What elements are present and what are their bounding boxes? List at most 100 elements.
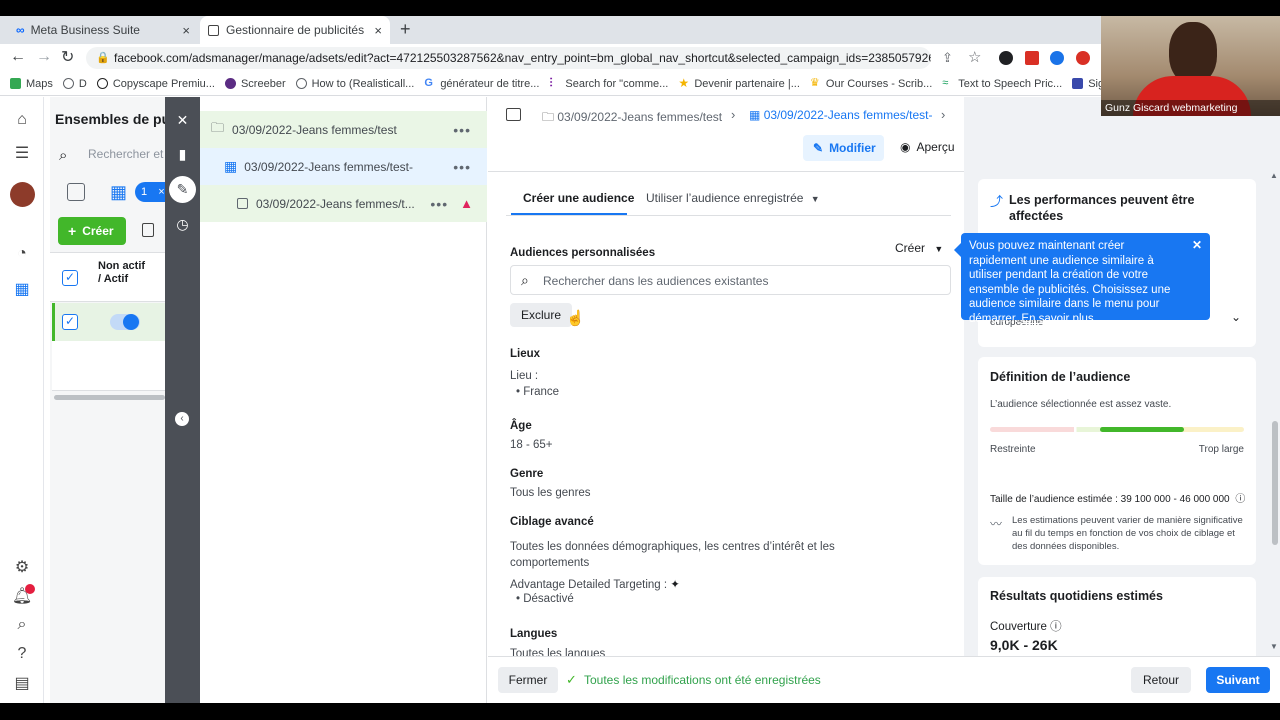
avatar[interactable] <box>10 182 35 207</box>
tree-item-adset[interactable]: ▦ 03/09/2022-Jeans femmes/test- ••• <box>200 148 487 185</box>
share-icon[interactable]: ⇪ <box>942 50 953 66</box>
create-audience-dropdown[interactable]: Créer ▼ <box>895 241 943 255</box>
close-tab-icon[interactable]: × <box>182 23 190 38</box>
next-button[interactable]: Suivant <box>1206 667 1270 693</box>
location-value-text: France <box>523 386 560 398</box>
exclude-button[interactable]: Exclure <box>510 303 572 327</box>
history-clock-icon[interactable]: ◷ <box>169 211 196 238</box>
info-icon[interactable]: ⓘ <box>1235 494 1245 505</box>
estimate-trend-icon: 〰 <box>990 517 1003 531</box>
bookmark-label: Search for "comme... <box>565 77 669 90</box>
clear-selection-icon[interactable]: × <box>158 186 164 198</box>
new-tab-button[interactable]: + <box>400 19 411 40</box>
audience-gauge <box>990 427 1244 432</box>
edit-pencil-icon[interactable]: ✎ <box>169 176 196 203</box>
extension-icon[interactable] <box>1076 51 1090 65</box>
bookmark-item[interactable]: Maps <box>10 78 53 90</box>
browser-tab-bar: ∞ Meta Business Suite × Gestionnaire de … <box>0 16 1280 44</box>
tree-item-campaign[interactable]: 🗀 03/09/2022-Jeans femmes/test ••• <box>200 111 487 148</box>
globe-icon <box>62 78 74 89</box>
edit-label: Modifier <box>829 141 876 155</box>
active-toggle[interactable] <box>110 314 140 330</box>
tab-ads-manager[interactable]: Gestionnaire de publicités - Gére × <box>200 16 390 44</box>
create-button[interactable]: + Créer <box>58 217 126 245</box>
checkmark-icon: ✓ <box>566 672 577 687</box>
more-options-icon[interactable]: ••• <box>430 196 448 212</box>
home-icon[interactable]: ⌂ <box>11 109 33 131</box>
select-all-checkbox[interactable]: ✓ <box>62 270 78 286</box>
extension-icon[interactable] <box>999 51 1013 65</box>
help-icon[interactable]: ? <box>11 643 33 665</box>
ads-table-icon[interactable]: ▦ <box>11 278 33 300</box>
bookmark-item[interactable]: Ggénérateur de titre... <box>424 78 539 90</box>
scroll-down-icon[interactable]: ▼ <box>1270 642 1278 651</box>
close-editor-icon[interactable]: ✕ <box>169 107 196 134</box>
back-button[interactable]: Retour <box>1131 667 1191 693</box>
duplicate-icon[interactable] <box>142 223 154 237</box>
person-head <box>1169 22 1217 84</box>
scroll-up-icon[interactable]: ▲ <box>1270 171 1278 180</box>
row-checkbox[interactable]: ✓ <box>62 314 78 330</box>
list-search-input[interactable]: Rechercher et fi <box>88 147 173 161</box>
bookmark-item[interactable]: How to (Realisticall... <box>295 78 414 90</box>
bookmark-star-icon[interactable]: ☆ <box>968 48 981 66</box>
search-icon[interactable]: ⌕ <box>11 614 33 636</box>
age-label: Âge <box>510 420 532 432</box>
saved-status: Toutes les modifications ont été enregis… <box>584 673 821 687</box>
folder-icon[interactable] <box>67 183 85 201</box>
close-button[interactable]: Fermer <box>498 667 558 693</box>
adsets-grid-icon[interactable]: ▦ <box>110 182 127 203</box>
bookmark-item[interactable]: ⵗ Search for "comme... <box>549 78 668 90</box>
search-icon: ⌕ <box>59 147 68 164</box>
reach-label-row: Couverture ⓘ <box>990 618 1062 634</box>
audience-search-input[interactable]: ⌕ Rechercher dans les audiences existant… <box>510 265 951 295</box>
detailed-targeting-value: Toutes les données démographiques, les c… <box>510 541 835 569</box>
settings-gear-icon[interactable]: ⚙ <box>11 556 33 578</box>
close-tab-icon[interactable]: × <box>374 23 382 38</box>
url-text: facebook.com/adsmanager/manage/adsets/ed… <box>114 51 931 65</box>
close-tooltip-icon[interactable]: ✕ <box>1192 238 1202 253</box>
sparkle-icon: ✦ <box>670 579 680 591</box>
extension-icon[interactable] <box>1025 51 1039 65</box>
bookmark-item[interactable]: ♛ Our Courses - Scrib... <box>810 78 932 90</box>
preview-button[interactable]: ◉ Aperçu <box>900 140 955 154</box>
tab-meta-business-suite[interactable]: ∞ Meta Business Suite × <box>8 16 198 44</box>
page-title: Ensembles de pu <box>55 111 171 127</box>
panel-edge <box>44 97 50 703</box>
forward-arrow-icon[interactable]: → <box>36 48 52 66</box>
menu-icon[interactable]: ☰ <box>11 142 33 164</box>
left-nav-rail: ⌂ ☰ ◔ ▦ ⚙ 🔔︎ ⌕ ? ▤ <box>0 97 44 703</box>
tab-create-audience[interactable]: Créer une audience <box>523 191 634 205</box>
bookmark-item[interactable]: Screeber <box>224 78 286 90</box>
bookmark-item[interactable]: D <box>62 78 87 90</box>
tree-item-ad[interactable]: 03/09/2022-Jeans femmes/t... ••• ▲ <box>200 185 487 222</box>
report-icon[interactable]: ▤ <box>11 672 33 694</box>
dashboard-gauge-icon[interactable]: ◔ <box>11 243 33 265</box>
horizontal-scrollbar[interactable] <box>54 395 165 400</box>
more-options-icon[interactable]: ••• <box>453 122 471 138</box>
advantage-targeting-row: Advantage Detailed Targeting : ✦ <box>510 577 680 591</box>
learn-more-link[interactable]: En savoir plus <box>1021 313 1093 325</box>
info-icon[interactable]: ⓘ <box>1050 621 1062 633</box>
notification-badge <box>25 584 35 594</box>
bookmark-item[interactable]: ≈ Text to Speech Pric... <box>942 78 1062 90</box>
tab-saved-audience[interactable]: Utiliser l’audience enregistrée ▼ <box>646 191 820 205</box>
chevron-down-icon[interactable]: ⌄ <box>1231 310 1241 324</box>
edit-mode-button[interactable]: ✎ Modifier <box>803 135 884 161</box>
chart-icon[interactable]: ▮ <box>169 141 196 168</box>
toggle-panel-icon[interactable] <box>506 108 521 121</box>
back-arrow-icon[interactable]: ← <box>10 48 26 66</box>
wave-icon: ≈ <box>942 77 949 89</box>
reload-icon[interactable]: ↻ <box>61 47 74 67</box>
extension-icon[interactable] <box>1050 51 1064 65</box>
breadcrumb-adset[interactable]: ▦ 03/09/2022-Jeans femmes/test- <box>749 108 932 122</box>
bookmark-item[interactable]: Copyscape Premiu... <box>96 78 215 90</box>
bookmark-item[interactable]: ★ Devenir partenaire |... <box>678 77 800 90</box>
collapse-chevron-icon[interactable]: ‹ <box>175 412 189 426</box>
screen-bottom-border <box>0 703 1280 720</box>
more-options-icon[interactable]: ••• <box>453 159 471 175</box>
url-field[interactable]: 🔒 facebook.com/adsmanager/manage/adsets/… <box>86 47 931 69</box>
breadcrumb-campaign[interactable]: 🗀 03/09/2022-Jeans femmes/test <box>542 108 722 129</box>
vertical-scrollbar[interactable] <box>1272 421 1278 545</box>
table-row[interactable]: ✓ <box>52 303 165 341</box>
